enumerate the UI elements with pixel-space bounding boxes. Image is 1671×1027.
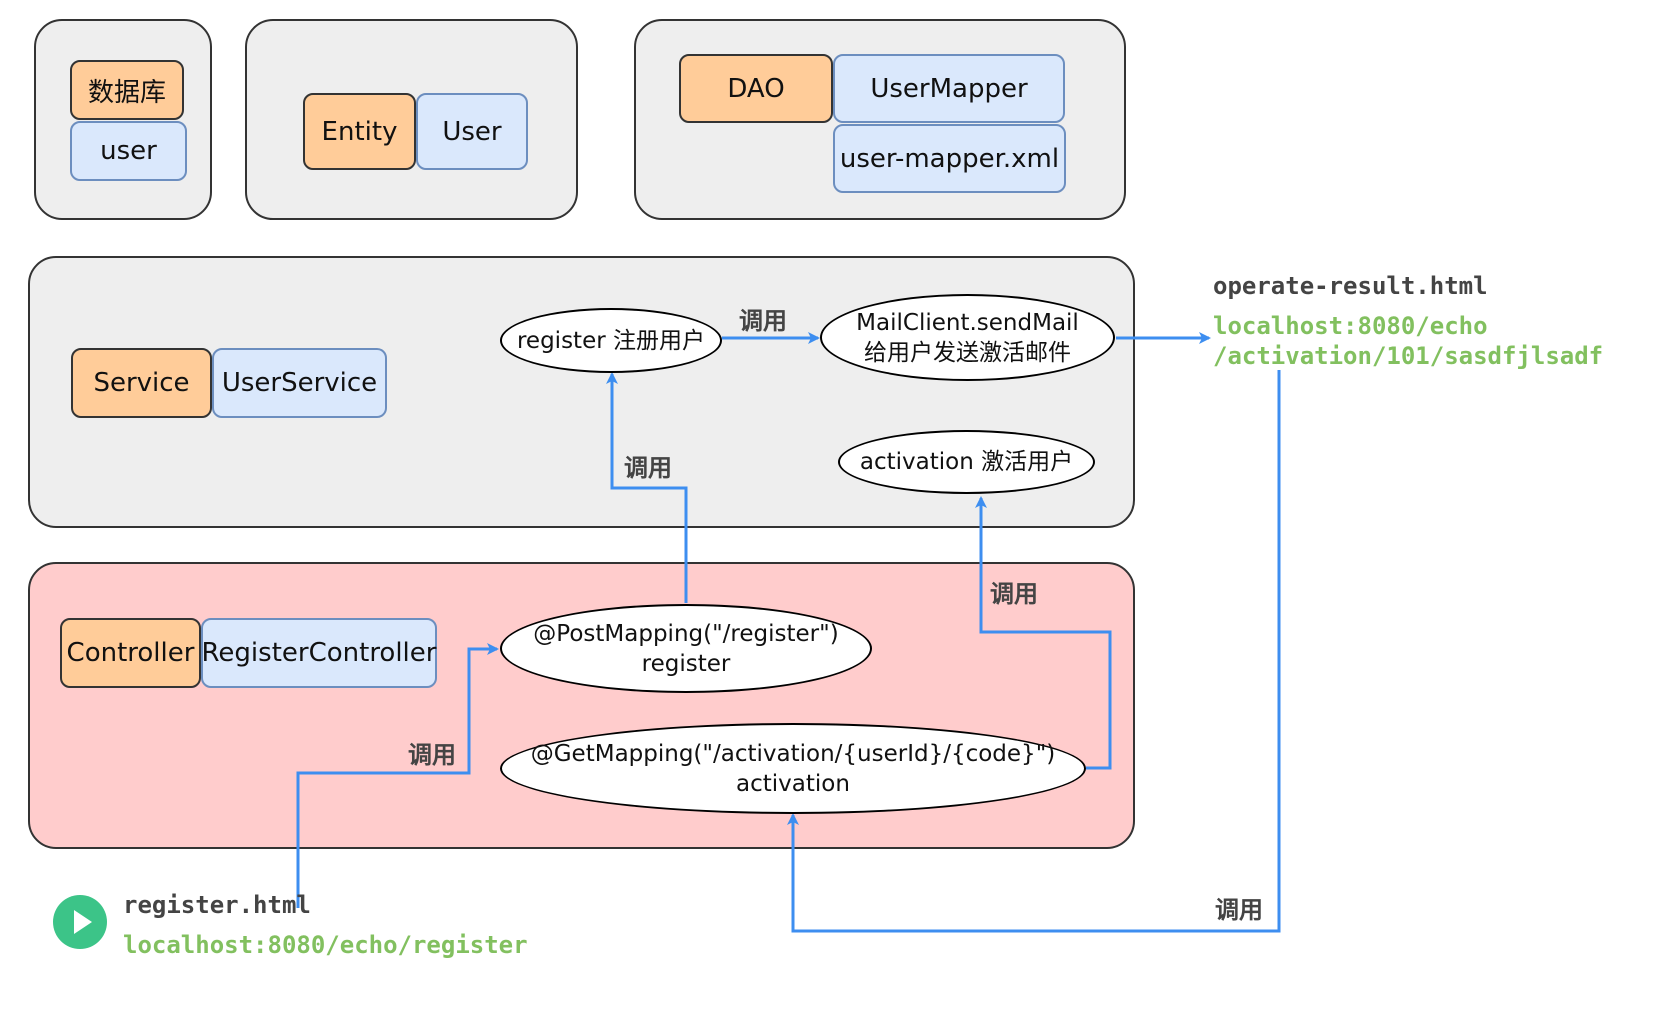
get-mapping-line2: activation — [736, 770, 850, 797]
register-html-url[interactable]: localhost:8080/echo/register — [123, 931, 528, 959]
arrow-registerhtml-to-post — [296, 643, 499, 908]
call-label-result-to-get: 调用 — [1215, 896, 1263, 924]
call-arrows — [296, 332, 1281, 933]
call-label-register-to-mail: 调用 — [739, 307, 787, 335]
register-html-file: register.html — [123, 891, 311, 919]
register-service-ellipse: register 注册用户 — [500, 308, 722, 373]
activation-service-text: activation 激活用户 — [859, 449, 1074, 475]
get-mapping-line1: @GetMapping("/activation/{userId}/{code}… — [530, 740, 1056, 767]
operate-result-url-line1[interactable]: localhost:8080/echo — [1213, 312, 1488, 340]
post-mapping-ellipse: @PostMapping("/register") register — [500, 604, 872, 693]
post-mapping-line1: @PostMapping("/register") — [533, 620, 839, 647]
get-mapping-ellipse: @GetMapping("/activation/{userId}/{code}… — [500, 723, 1086, 814]
call-label-post-to-register: 调用 — [624, 454, 672, 482]
activation-service-ellipse: activation 激活用户 — [838, 430, 1095, 494]
play-icon[interactable] — [53, 895, 107, 949]
operate-result-file: operate-result.html — [1213, 272, 1488, 300]
arrow-post-to-register — [606, 372, 688, 603]
arrow-get-to-activation — [975, 496, 1112, 770]
sendmail-line1: MailClient.sendMail — [856, 309, 1079, 336]
call-label-get-to-activation: 调用 — [990, 580, 1038, 608]
call-label-html-to-post: 调用 — [408, 741, 456, 769]
register-service-text: register 注册用户 — [516, 327, 705, 354]
post-mapping-line2: register — [641, 650, 731, 677]
operate-result-url-line2[interactable]: /activation/101/sasdfjlsadf — [1213, 342, 1603, 370]
sendmail-ellipse: MailClient.sendMail 给用户发送激活邮件 — [820, 294, 1115, 381]
sendmail-line2: 给用户发送激活邮件 — [864, 339, 1071, 366]
